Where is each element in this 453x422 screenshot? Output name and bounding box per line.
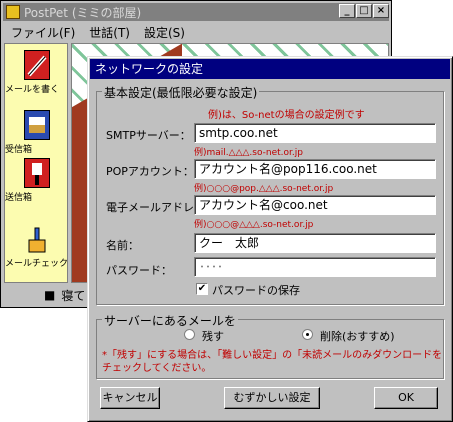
main-titlebar[interactable]: PostPet (ミミの部屋) [3, 3, 389, 21]
radio-delete-label: 削除(おすすめ) [320, 330, 395, 343]
server-mail-legend: サーバーにあるメールを [102, 312, 238, 329]
radio-delete[interactable] [302, 329, 313, 340]
pop-label: POPアカウント： [106, 165, 194, 178]
network-settings-dialog: ネットワークの設定 基本設定(最低限必要な設定) 例)は、So-netの場合の設… [87, 56, 453, 422]
menu-bar: ファイル(F) 世話(T) 設定(S) [3, 23, 389, 41]
smtp-server-input[interactable]: smtp.coo.net [194, 123, 436, 143]
menu-settings[interactable]: 設定(S) [144, 24, 185, 41]
name-label: 名前： [106, 239, 139, 252]
main-window-title: PostPet (ミミの部屋) [24, 5, 142, 20]
write-mail-label: メールを書く [5, 85, 60, 95]
inbox-icon [24, 110, 50, 140]
left-toolbar: メールを書く 受信箱 送信箱 メールチェック [4, 43, 68, 283]
basic-settings-legend: 基本設定(最低限必要な設定) [102, 84, 260, 101]
save-password-checkbox[interactable]: ✔ [196, 283, 208, 295]
menu-file[interactable]: ファイル(F) [11, 24, 75, 41]
example-note: 例)は、So-netの場合の設定例です [208, 110, 365, 121]
close-button[interactable]: × [373, 4, 389, 18]
outbox-label: 送信箱 [5, 193, 33, 203]
mail-check-label: メールチェック [5, 259, 69, 269]
mail-check-tool[interactable]: メールチェック [5, 224, 69, 269]
inbox-label: 受信箱 [5, 145, 33, 155]
pencil-icon [24, 50, 50, 80]
smtp-label: SMTPサーバー： [106, 129, 191, 142]
email-address-input[interactable]: アカウント名@coo.net [194, 195, 436, 215]
advanced-settings-button[interactable]: むずかしい設定 [224, 387, 320, 409]
dialog-title[interactable]: ネットワークの設定 [90, 59, 450, 79]
smtp-example: 例)mail.△△△.so-net.or.jp [194, 148, 303, 158]
keep-note-line2: チェックしてください。 [102, 363, 212, 374]
inbox-tool[interactable]: 受信箱 [5, 110, 69, 155]
postpet-app-icon [6, 5, 20, 19]
menu-care[interactable]: 世話(T) [89, 24, 130, 41]
status-pet-icon: ■ [44, 288, 56, 302]
pop-example: 例)○○○@pop.△△△.so-net.or.jp [194, 184, 334, 194]
save-password-label: パスワードの保存 [212, 284, 300, 297]
name-input[interactable]: クー 太郎 [194, 233, 436, 253]
password-input[interactable]: ････ [194, 257, 436, 277]
radio-keep[interactable] [184, 329, 195, 340]
password-label: パスワード： [106, 264, 172, 277]
write-mail-tool[interactable]: メールを書く [5, 50, 69, 95]
mail-check-icon [24, 224, 50, 254]
outbox-tool[interactable]: 送信箱 [5, 158, 69, 203]
ok-button[interactable]: OK [374, 387, 438, 409]
cancel-button[interactable]: キャンセル [100, 387, 160, 409]
outbox-icon [24, 158, 50, 188]
radio-keep-label: 残す [202, 330, 224, 343]
minimize-button[interactable]: _ [339, 4, 355, 18]
email-example: 例)○○○@△△△.so-net.or.jp [194, 220, 314, 230]
pop-account-input[interactable]: アカウント名@pop116.coo.net [194, 159, 436, 179]
status-text: 寝て [61, 288, 86, 303]
maximize-button[interactable]: □ [356, 4, 372, 18]
